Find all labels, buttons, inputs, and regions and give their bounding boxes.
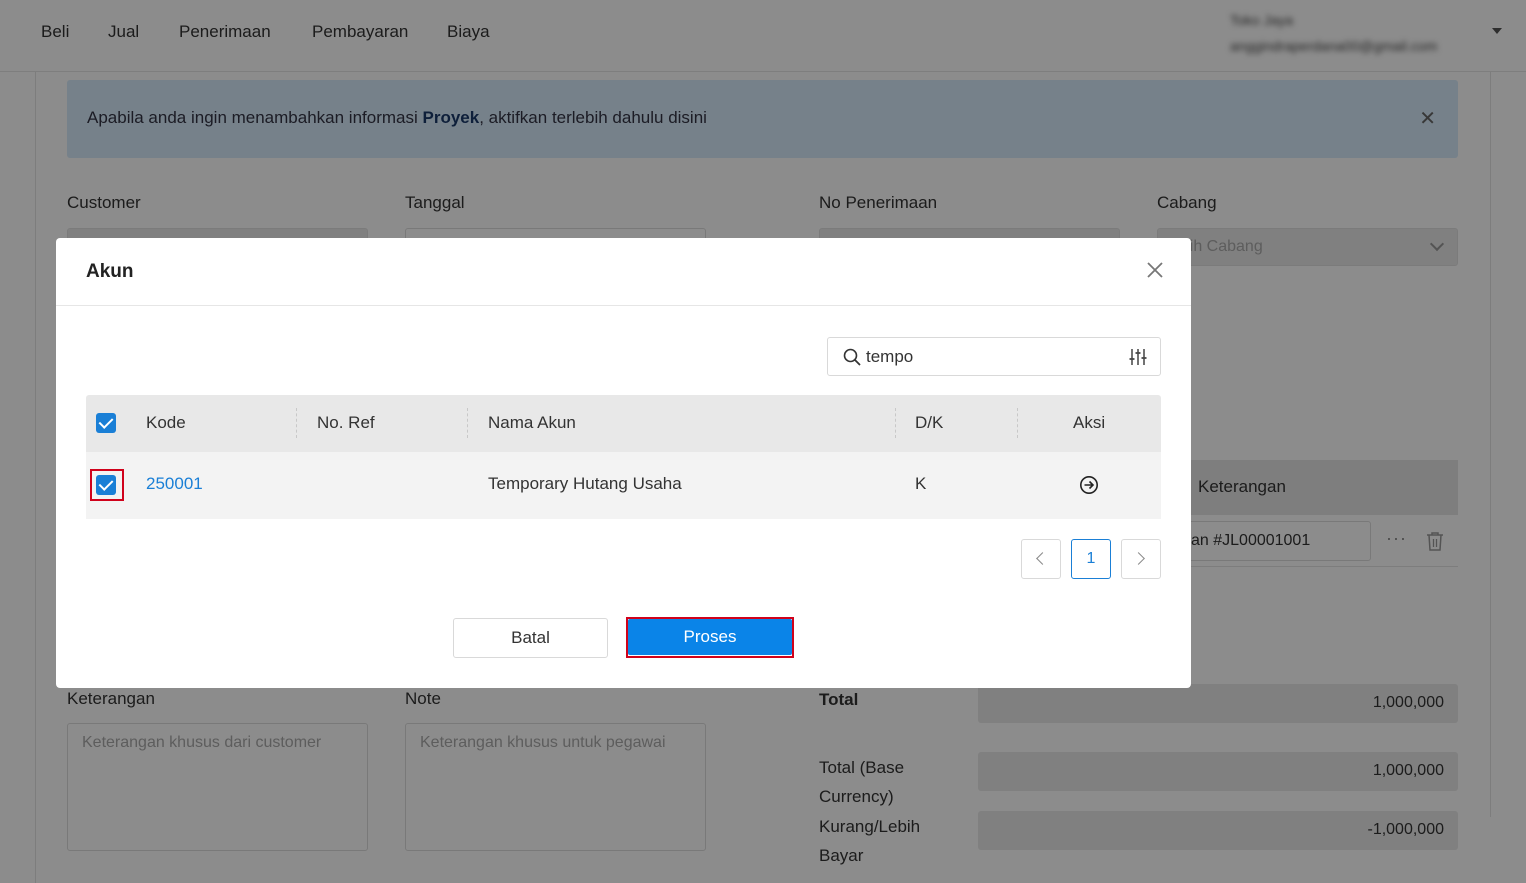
close-icon[interactable] [1143,258,1167,282]
chevron-right-icon [1132,552,1145,565]
batal-button[interactable]: Batal [453,618,608,658]
column-kode[interactable]: Kode [146,413,186,433]
filter-sliders-icon[interactable] [1128,347,1148,367]
column-nama-akun[interactable]: Nama Akun [488,413,576,433]
pagination-next-button[interactable] [1121,539,1161,579]
column-divider [1017,408,1018,438]
pagination-prev-button[interactable] [1021,539,1061,579]
row-nama-akun: Temporary Hutang Usaha [488,474,682,493]
table-row[interactable]: 250001 Temporary Hutang Usaha K [86,452,1161,519]
modal-title: Akun [86,261,134,282]
chevron-left-icon [1036,552,1049,565]
column-divider [296,408,297,438]
column-aksi: Aksi [1073,413,1106,432]
checkbox-highlight [90,469,124,501]
pagination-page-button[interactable]: 1 [1071,539,1111,579]
modal-header: Akun [56,238,1191,306]
search-input[interactable] [866,345,1116,369]
column-divider [895,408,896,438]
arrow-right-circle-icon[interactable] [1079,475,1099,495]
column-divider [467,408,468,438]
search-icon [843,348,861,366]
table-header: Kode No. Ref Nama Akun D/K Aksi [86,395,1161,452]
row-dk: K [915,474,927,493]
column-dk[interactable]: D/K [915,413,943,433]
proses-button-highlight [626,617,794,658]
akun-table: Kode No. Ref Nama Akun D/K Aksi 250001 T… [86,395,1161,519]
row-kode-link[interactable]: 250001 [146,474,203,494]
pagination-page-number: 1 [1086,550,1096,567]
akun-modal: Akun Kode No. Ref Nama Akun D/K Aksi [56,238,1191,688]
select-all-checkbox[interactable] [96,413,116,433]
column-no-ref[interactable]: No. Ref [317,413,375,433]
search-box [827,337,1161,376]
